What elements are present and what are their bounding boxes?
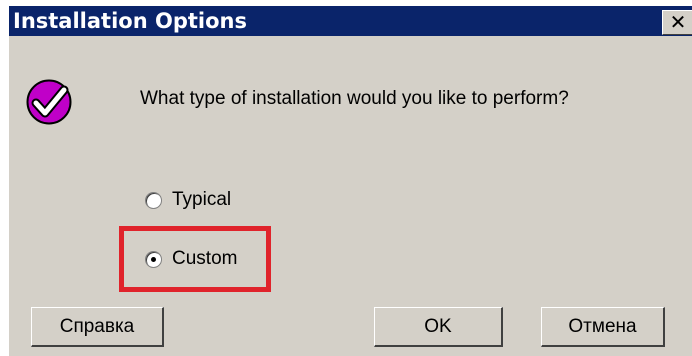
radio-typical-label[interactable]: Typical xyxy=(172,189,231,211)
highlight-annotation xyxy=(119,226,271,292)
help-button[interactable]: Справка xyxy=(31,307,164,347)
radio-typical[interactable]: Typical xyxy=(145,189,231,211)
close-button[interactable]: ✕ xyxy=(662,10,692,35)
question-text: What type of installation would you like… xyxy=(140,88,569,109)
checkmark-icon xyxy=(26,79,72,125)
cancel-button[interactable]: Отмена xyxy=(541,307,665,347)
ok-button[interactable]: OK xyxy=(374,307,503,347)
title-bar: Installation Options xyxy=(9,6,692,36)
radio-typical-circle[interactable] xyxy=(145,191,162,209)
window-title: Installation Options xyxy=(13,9,247,33)
close-icon: ✕ xyxy=(669,10,687,34)
